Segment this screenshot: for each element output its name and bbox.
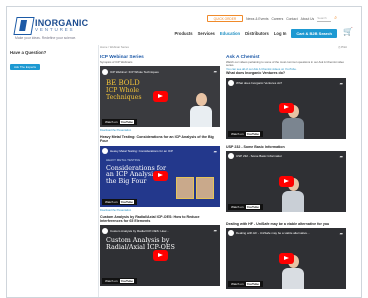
play-icon[interactable]	[278, 102, 294, 114]
play-icon[interactable]	[152, 250, 168, 261]
channel-avatar	[102, 148, 108, 155]
video-header: Heavy Metal Testing: Considerations for …	[102, 148, 218, 155]
youtube-logo: YouTube	[119, 199, 134, 204]
video-title[interactable]: What does Inorganic Ventures do?	[236, 81, 282, 85]
watch-on-youtube[interactable]: Watch on YouTube	[228, 280, 263, 287]
cart-icon[interactable]: 🛒	[343, 28, 353, 36]
presenter-image	[188, 91, 214, 128]
util-link-about[interactable]: About Us	[301, 17, 315, 21]
search-icon[interactable]: ⌕	[334, 16, 337, 21]
util-link-contact[interactable]: Contact	[286, 17, 297, 21]
youtube-logo: YouTube	[245, 131, 260, 136]
play-icon[interactable]	[278, 253, 294, 264]
nav-education[interactable]: Education	[220, 31, 240, 36]
quick-order-button[interactable]: QUICK ORDER	[206, 14, 244, 23]
video-banner: Custom Analysis by Radial/Axial ICP-OES	[106, 236, 175, 251]
video-header: Custom Analysis by Radial ICP-OES: How..…	[102, 227, 218, 234]
play-icon[interactable]	[152, 170, 168, 182]
video-header: USP 232 - Some Basic Information	[228, 153, 344, 160]
sidebar: Have a Question? Ask The Experts	[10, 50, 92, 73]
video-player[interactable]: Heavy Metal Testing: Considerations for …	[100, 145, 220, 207]
main-nav: Products Services Education Distributors…	[174, 29, 337, 38]
nav-distributors[interactable]: Distributors	[245, 31, 269, 36]
cart-search-button[interactable]: Cart & B2B Search	[291, 29, 337, 38]
video-section-title: Dealing with HF - UniSafe may be a viabl…	[226, 221, 330, 226]
play-icon[interactable]	[152, 91, 168, 102]
utility-bar: QUICK ORDER News & Events Careers Contac…	[206, 14, 337, 23]
watch-on-youtube[interactable]: Watch on YouTube	[102, 119, 137, 126]
nav-login[interactable]: Log In	[274, 31, 287, 36]
video-section-title: USP 232 - Some Basic Information	[226, 144, 285, 149]
video-header: What does Inorganic Ventures do?	[228, 80, 344, 87]
print-label: Print	[341, 45, 347, 49]
youtube-logo: YouTube	[119, 120, 134, 125]
share-icon[interactable]: ➦	[214, 149, 217, 154]
video-banner: BE BOLD	[106, 79, 140, 88]
video-banner-small: HEAVY METAL TESTING	[106, 157, 141, 162]
channel-avatar	[102, 227, 108, 234]
video-player[interactable]: Custom Analysis by Radial ICP-OES: How..…	[100, 225, 220, 286]
youtube-logo: YouTube	[245, 204, 260, 209]
share-icon[interactable]: ➦	[340, 231, 343, 236]
webinar-column: ICP Webinar Series Synopsis of ICP Webin…	[100, 55, 222, 286]
channel-avatar	[228, 80, 234, 87]
video-title[interactable]: ICP Webinar: ICP Whole Techniques	[110, 70, 159, 74]
page-frame: INORGANIC VENTURES Make your ideas. Rede…	[6, 6, 362, 298]
util-link-careers[interactable]: Careers	[272, 17, 284, 21]
video-title[interactable]: Dealing with HF - UniSafe may be a viabl…	[236, 231, 310, 235]
logo-sub: VENTURES	[35, 27, 75, 32]
share-icon[interactable]: ➦	[340, 154, 343, 159]
watch-on-youtube[interactable]: Watch on YouTube	[228, 130, 263, 137]
nav-services[interactable]: Services	[198, 31, 215, 36]
video-header: ICP Webinar: ICP Whole Techniques	[102, 68, 218, 75]
watch-on-label: Watch on	[231, 131, 244, 136]
watch-on-label: Watch on	[105, 279, 118, 283]
util-link-news[interactable]: News & Events	[246, 17, 268, 21]
webinar-section-title: Custom Analysis by Radial/Axial ICP-OES:…	[100, 214, 200, 223]
divider	[98, 45, 99, 297]
youtube-logo: YouTube	[119, 279, 134, 283]
video-header: Dealing with HF - UniSafe may be a viabl…	[228, 230, 344, 237]
video-section-title: What does Inorganic Ventures do?	[226, 71, 286, 76]
watch-on-label: Watch on	[231, 204, 244, 209]
print-link[interactable]: ⎙ Print	[338, 45, 347, 49]
download-link[interactable]: Download the Presentation	[100, 209, 222, 212]
watch-on-label: Watch on	[105, 120, 118, 125]
brand-logo[interactable]: INORGANIC VENTURES Make your ideas. Rede…	[13, 17, 88, 41]
webinar-section-title: Heavy Metal Testing: Considerations for …	[100, 135, 214, 144]
breadcrumb[interactable]: Home / Webinar Series	[100, 45, 129, 49]
video-player[interactable]: What does Inorganic Ventures do? ➦ Watch…	[226, 77, 346, 139]
video-player[interactable]: USP 232 - Some Basic Information ➦ Watch…	[226, 150, 346, 212]
watch-on-youtube[interactable]: Watch on YouTube	[102, 198, 137, 205]
video-title[interactable]: Custom Analysis by Radial ICP-OES: How..…	[110, 229, 169, 233]
share-icon[interactable]: ➦	[340, 81, 343, 86]
watch-on-youtube[interactable]: Watch on YouTube	[102, 278, 137, 284]
search-input[interactable]: Search	[317, 16, 332, 22]
channel-avatar	[228, 153, 234, 160]
presenter-photo	[176, 176, 194, 199]
ask-experts-button[interactable]: Ask The Experts	[10, 63, 40, 71]
share-icon[interactable]: ➦	[214, 228, 217, 233]
download-link[interactable]: Download the Presentation	[100, 129, 222, 132]
sidebar-title: Have a Question?	[10, 50, 47, 55]
video-player[interactable]: ICP Webinar: ICP Whole Techniques ➦ BE B…	[100, 66, 220, 128]
ask-chemist-column: Ask A Chemist Watch our videos pertainin…	[226, 55, 348, 289]
video-title[interactable]: USP 232 - Some Basic Information	[236, 154, 282, 158]
watch-on-label: Watch on	[231, 281, 244, 286]
play-icon[interactable]	[278, 176, 294, 187]
nav-products[interactable]: Products	[174, 31, 192, 36]
video-player[interactable]: Dealing with HF - UniSafe may be a viabl…	[226, 227, 346, 289]
webinar-subheading: Synopsis of ICP Webinars	[100, 59, 133, 64]
presenter-photo	[196, 176, 214, 199]
logo-mark-icon	[13, 17, 35, 35]
youtube-logo: YouTube	[245, 281, 260, 286]
video-title[interactable]: Heavy Metal Testing: Considerations for …	[110, 149, 173, 153]
watch-on-youtube[interactable]: Watch on YouTube	[228, 203, 263, 210]
watch-on-label: Watch on	[105, 199, 118, 204]
channel-avatar	[228, 230, 234, 237]
share-icon[interactable]: ➦	[214, 69, 217, 74]
logo-tagline: Make your ideas. Redefine your science.	[15, 36, 77, 40]
channel-avatar	[102, 68, 108, 75]
